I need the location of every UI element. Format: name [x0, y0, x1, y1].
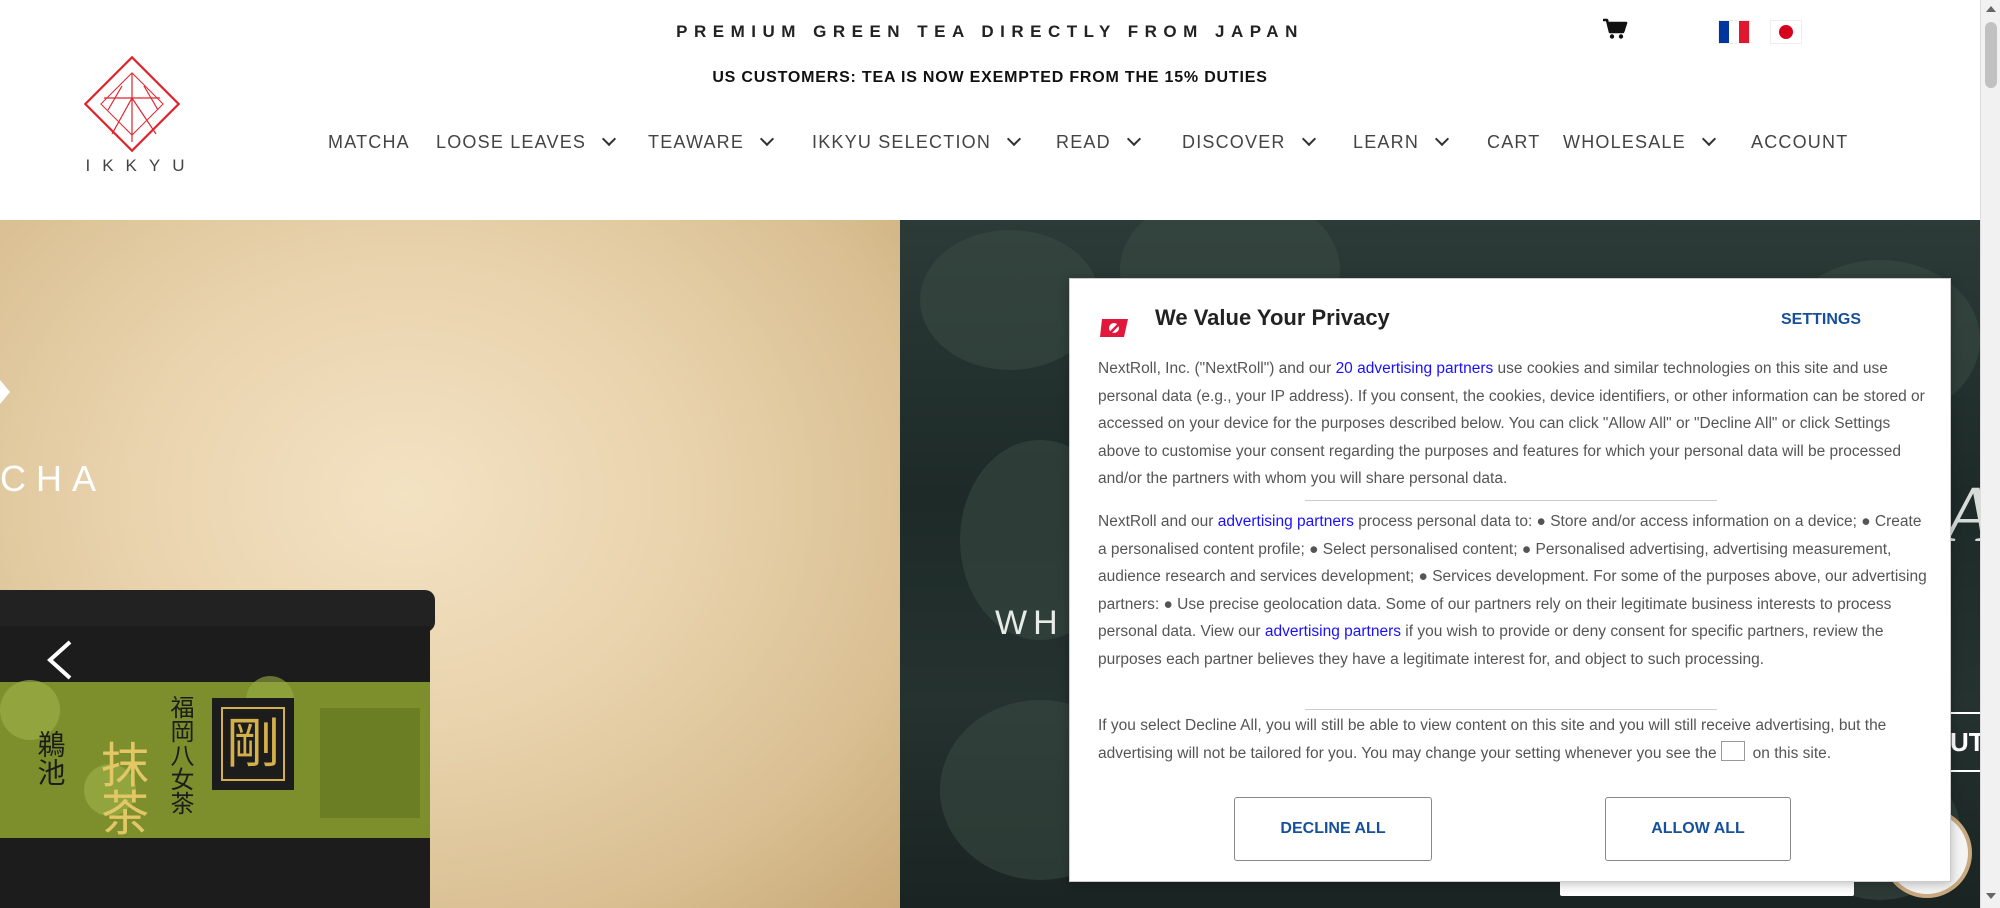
chevron-down-icon	[1434, 131, 1450, 147]
nav-loose-leaves[interactable]: LOOSE LEAVES	[436, 131, 617, 153]
scroll-thumb[interactable]	[1985, 22, 1997, 88]
nav-matcha[interactable]: MATCHA	[328, 132, 410, 153]
logo-mark-icon	[83, 55, 181, 153]
hero-slide-left: CHA 剛 抹茶 福岡八女茶 鵜池	[0, 220, 900, 908]
fr-flag-icon[interactable]	[1718, 20, 1750, 44]
nav-discover[interactable]: DISCOVER	[1182, 131, 1316, 153]
nav-account[interactable]: ACCOUNT	[1751, 132, 1848, 153]
page: PREMIUM GREEN TEA DIRECTLY FROM JAPAN US…	[0, 0, 1980, 908]
settings-link[interactable]: SETTINGS	[1781, 311, 1861, 329]
advertising-partners-link[interactable]: 20 advertising partners	[1336, 360, 1494, 377]
chevron-down-icon	[1301, 131, 1316, 147]
tin-label-yame: 福岡八女茶	[166, 695, 194, 815]
advertising-partners-link[interactable]: advertising partners	[1265, 623, 1401, 640]
nav-label: TEAWARE	[648, 132, 745, 152]
divider	[1305, 500, 1717, 501]
nav-label: READ	[1056, 132, 1111, 152]
nav-label: LEARN	[1353, 132, 1420, 152]
nav-teaware[interactable]: TEAWARE	[648, 131, 775, 153]
nav-label: MATCHA	[328, 132, 410, 152]
decline-all-button[interactable]: DECLINE ALL	[1234, 797, 1432, 861]
page-scrollbar[interactable]	[1980, 0, 2000, 908]
hero-caption-left: CHA	[0, 458, 107, 499]
chevron-down-icon	[1006, 131, 1022, 147]
chevron-down-icon	[602, 131, 617, 147]
nextroll-settings-icon[interactable]	[1720, 741, 1745, 762]
privacy-title: We Value Your Privacy	[1155, 305, 1390, 330]
advertising-partners-link[interactable]: advertising partners	[1218, 513, 1354, 530]
logo-text: IKKYU	[85, 156, 197, 175]
scroll-down-icon[interactable]	[1986, 893, 1996, 899]
nav-read[interactable]: READ	[1056, 131, 1141, 153]
chevron-down-icon	[1701, 131, 1716, 147]
text: on this site.	[1752, 744, 1832, 762]
nav-cart[interactable]: CART	[1487, 132, 1540, 153]
ikkyu-logo[interactable]: IKKYU	[66, 55, 216, 181]
nav-label: CART	[1487, 132, 1541, 152]
tin-label-go: 剛	[226, 712, 280, 775]
nav-label: IKKYU SELECTION	[812, 132, 992, 152]
tagline: PREMIUM GREEN TEA DIRECTLY FROM JAPAN	[676, 22, 1304, 41]
nav-wholesale[interactable]: WHOLESALE	[1563, 131, 1716, 153]
nav-label: DISCOVER	[1182, 132, 1286, 152]
tin-label-uike: 鵜池	[34, 730, 67, 786]
nextroll-logo-icon	[1100, 319, 1128, 337]
slider-prev-arrow-icon[interactable]	[42, 640, 82, 680]
text: process personal data to: ● Store and/or…	[1098, 513, 1927, 640]
privacy-paragraph-3: If you select Decline All, you will stil…	[1098, 712, 1928, 767]
jp-flag-icon[interactable]	[1770, 20, 1802, 44]
site-header: PREMIUM GREEN TEA DIRECTLY FROM JAPAN US…	[0, 0, 1980, 220]
hero-caption-right: WH	[995, 604, 1064, 642]
nav-label: WHOLESALE	[1563, 132, 1686, 152]
cart-icon[interactable]	[1602, 18, 1628, 40]
text: use cookies and similar technologies on …	[1098, 360, 1925, 487]
privacy-consent-dialog: We Value Your Privacy SETTINGS NextRoll,…	[1069, 278, 1951, 882]
divider	[1305, 709, 1717, 710]
text: NextRoll and our	[1098, 513, 1218, 530]
nav-label: LOOSE LEAVES	[436, 132, 587, 152]
scroll-up-icon[interactable]	[1986, 6, 1996, 12]
tin-label-matcha: 抹茶	[92, 740, 148, 836]
allow-all-button[interactable]: ALLOW ALL	[1605, 797, 1791, 861]
slide-marker-icon	[0, 380, 10, 404]
matcha-tin-image: 剛 抹茶 福岡八女茶 鵜池	[0, 590, 435, 908]
privacy-paragraph-2: NextRoll and our advertising partners pr…	[1098, 508, 1928, 673]
duty-notice: US CUSTOMERS: TEA IS NOW EXEMPTED FROM T…	[712, 69, 1268, 86]
nav-learn[interactable]: LEARN	[1353, 131, 1450, 153]
chevron-down-icon	[1126, 131, 1141, 147]
chevron-down-icon	[760, 131, 775, 147]
nav-label: ACCOUNT	[1751, 132, 1849, 152]
text: NextRoll, Inc. ("NextRoll") and our	[1098, 360, 1336, 377]
nav-ikkyu-selection[interactable]: IKKYU SELECTION	[812, 131, 1022, 153]
privacy-paragraph-1: NextRoll, Inc. ("NextRoll") and our 20 a…	[1098, 355, 1928, 493]
